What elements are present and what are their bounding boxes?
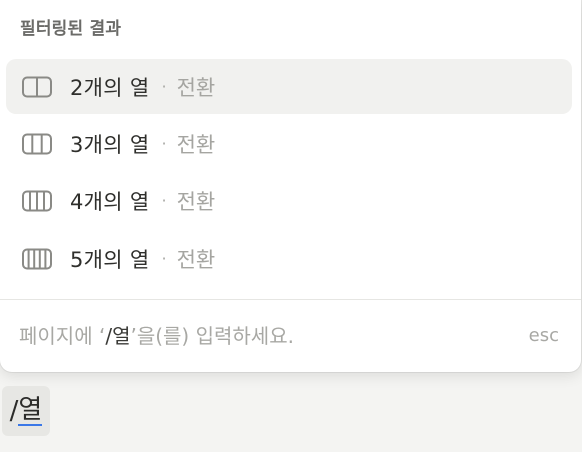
option-sublabel: 전환 bbox=[176, 247, 216, 272]
separator-dot: · bbox=[161, 77, 167, 96]
columns-3-icon bbox=[22, 133, 52, 154]
option-2-columns[interactable]: 2개의 열 · 전환 bbox=[6, 59, 572, 114]
option-4-columns[interactable]: 4개의 열 · 전환 bbox=[6, 173, 572, 228]
columns-4-icon bbox=[22, 190, 52, 211]
hint-prefix: 페이지에 ‘ bbox=[19, 324, 106, 348]
columns-2-icon bbox=[22, 76, 52, 97]
separator-dot: · bbox=[161, 134, 167, 153]
slash-command-menu: 필터링된 결과 2개의 열 · 전환 3개의 열 · 전환 4개의 열 · 전환 bbox=[0, 0, 581, 372]
hint-suffix: ’을(를) 입력하세요. bbox=[130, 324, 294, 348]
columns-5-icon bbox=[22, 248, 52, 269]
option-label: 4개의 열 bbox=[70, 189, 150, 214]
option-label: 3개의 열 bbox=[70, 132, 150, 157]
separator-dot: · bbox=[161, 249, 167, 268]
esc-hint[interactable]: esc bbox=[529, 325, 559, 346]
option-sublabel: 전환 bbox=[176, 189, 216, 214]
footer-hint: 페이지에 ‘/열’을(를) 입력하세요. bbox=[19, 320, 294, 349]
typed-command-text[interactable]: / 열 bbox=[2, 386, 50, 436]
menu-divider bbox=[0, 299, 581, 300]
hint-query: /열 bbox=[105, 324, 131, 348]
option-sublabel: 전환 bbox=[176, 132, 216, 157]
option-sublabel: 전환 bbox=[176, 75, 216, 100]
option-label: 2개의 열 bbox=[70, 75, 150, 100]
option-label: 5개의 열 bbox=[70, 247, 150, 272]
option-3-columns[interactable]: 3개의 열 · 전환 bbox=[6, 116, 572, 171]
typed-slash: / bbox=[9, 396, 19, 426]
option-5-columns[interactable]: 5개의 열 · 전환 bbox=[6, 231, 572, 286]
ime-composing-text: 열 bbox=[18, 395, 43, 426]
menu-section-title: 필터링된 결과 bbox=[20, 19, 122, 39]
separator-dot: · bbox=[161, 191, 167, 210]
